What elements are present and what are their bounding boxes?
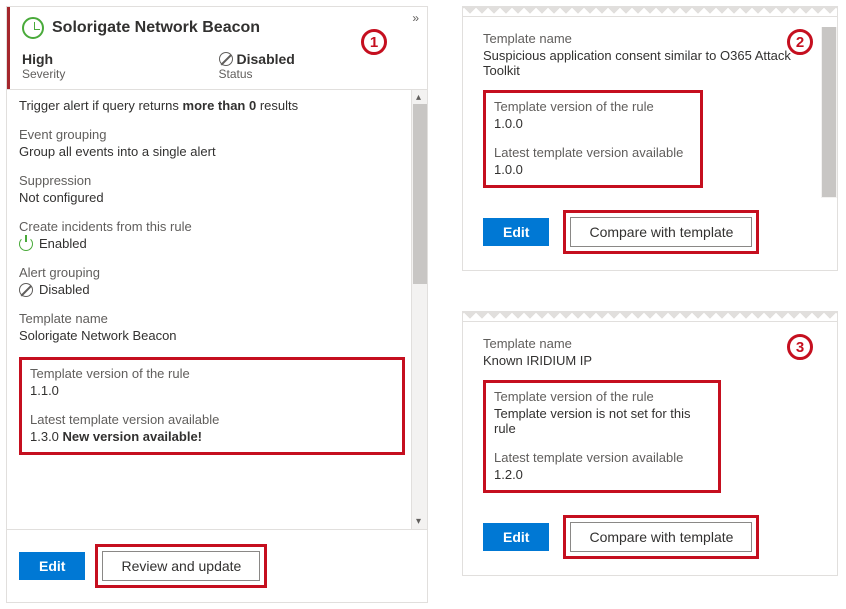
alert-grouping-value: Disabled [39, 282, 90, 297]
template-name-value: Suspicious application consent similar t… [483, 48, 811, 78]
torn-edge-icon [463, 7, 837, 17]
status-label: Status [219, 67, 416, 81]
compare-with-template-button[interactable]: Compare with template [570, 217, 752, 247]
template-card-3: 3 Template name Known IRIDIUM IP Templat… [462, 311, 838, 576]
torn-edge-icon [463, 312, 837, 322]
create-incidents-value: Enabled [39, 236, 87, 251]
latest-version-value: 1.2.0 [494, 467, 710, 482]
callout-marker-1: 1 [361, 29, 387, 55]
rule-version-value: Template version is not set for this rul… [494, 406, 710, 436]
edit-button[interactable]: Edit [483, 218, 549, 246]
template-name-value: Known IRIDIUM IP [483, 353, 811, 368]
latest-version-value: 1.0.0 [494, 162, 692, 177]
version-highlight-box: Template version of the rule 1.0.0 Lates… [483, 90, 703, 188]
meta-row: High Severity Disabled Status [7, 47, 427, 89]
version-highlight-box: Template version of the rule 1.1.0 Lates… [19, 357, 405, 455]
severity-label: Severity [22, 67, 219, 81]
collapse-icon[interactable]: » [412, 11, 419, 25]
edit-button[interactable]: Edit [483, 523, 549, 551]
latest-version-label: Latest template version available [494, 450, 710, 465]
template-name-label: Template name [483, 336, 811, 351]
disabled-icon [219, 52, 233, 66]
scroll-thumb[interactable] [413, 104, 427, 284]
rule-version-label: Template version of the rule [494, 389, 710, 404]
disabled-icon [19, 283, 33, 297]
severity-value: High [22, 51, 219, 67]
scroll-thumb[interactable] [822, 27, 836, 197]
template-name-label: Template name [483, 31, 811, 46]
scroll-up-icon[interactable]: ▴ [416, 92, 421, 103]
alert-grouping-label: Alert grouping [19, 265, 405, 280]
rule-title: Solorigate Network Beacon [52, 19, 260, 37]
edit-button[interactable]: Edit [19, 552, 85, 580]
latest-version-value: 1.3.0 New version available! [30, 429, 394, 444]
rule-detail-panel: » 1 Solorigate Network Beacon High Sever… [6, 6, 428, 603]
review-and-update-button[interactable]: Review and update [102, 551, 260, 581]
vertical-scrollbar[interactable] [821, 27, 837, 198]
latest-version-label: Latest template version available [494, 145, 692, 160]
event-grouping-value: Group all events into a single alert [19, 144, 405, 159]
rule-version-value: 1.0.0 [494, 116, 692, 131]
template-card-2: 2 Template name Suspicious application c… [462, 6, 838, 271]
create-incidents-label: Create incidents from this rule [19, 219, 405, 234]
compare-button-highlight: Compare with template [563, 210, 759, 254]
template-name-label: Template name [19, 311, 405, 326]
trigger-text: Trigger alert if query returns more than… [19, 96, 405, 113]
status-value: Disabled [237, 51, 295, 67]
rule-version-label: Template version of the rule [30, 366, 394, 381]
rule-version-label: Template version of the rule [494, 99, 692, 114]
rule-version-value: 1.1.0 [30, 383, 394, 398]
vertical-scrollbar[interactable]: ▴ ▾ [411, 90, 427, 529]
scheduled-rule-icon [22, 17, 44, 39]
version-highlight-box: Template version of the rule Template ve… [483, 380, 721, 493]
compare-with-template-button[interactable]: Compare with template [570, 522, 752, 552]
suppression-label: Suppression [19, 173, 405, 188]
event-grouping-label: Event grouping [19, 127, 405, 142]
latest-version-label: Latest template version available [30, 412, 394, 427]
suppression-value: Not configured [19, 190, 405, 205]
template-name-value: Solorigate Network Beacon [19, 328, 405, 343]
enabled-icon [19, 237, 33, 251]
scroll-down-icon[interactable]: ▾ [416, 516, 421, 527]
review-button-highlight: Review and update [95, 544, 267, 588]
compare-button-highlight: Compare with template [563, 515, 759, 559]
